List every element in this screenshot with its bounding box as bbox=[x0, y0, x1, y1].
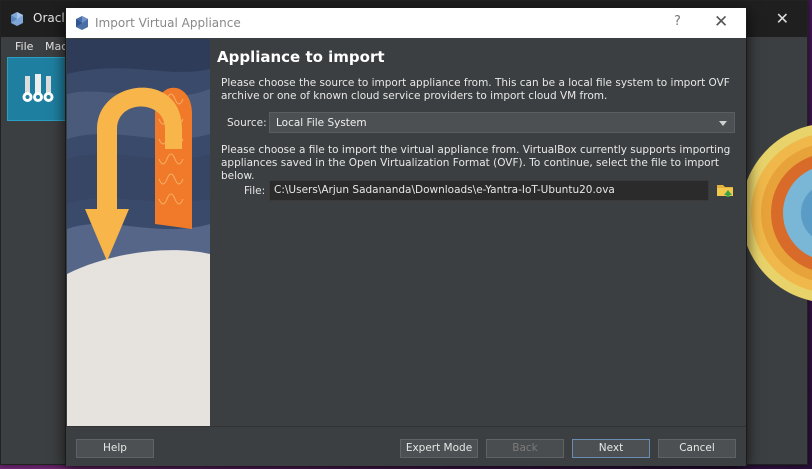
file-description: Please choose a file to import the virtu… bbox=[221, 144, 731, 182]
background-decor-art bbox=[741, 125, 812, 301]
dialog-button-bar: Help Expert Mode Back Next Cancel bbox=[66, 426, 746, 466]
page-title: Appliance to import bbox=[217, 48, 385, 66]
source-label: Source: bbox=[227, 117, 267, 129]
wizard-content: Appliance to import Please choose the so… bbox=[211, 39, 745, 426]
expert-mode-button[interactable]: Expert Mode bbox=[400, 439, 478, 458]
folder-open-icon[interactable] bbox=[716, 181, 734, 199]
file-path-field[interactable]: C:\Users\Arjun Sadananda\Downloads\e-Yan… bbox=[269, 180, 709, 201]
back-button[interactable]: Back bbox=[486, 439, 564, 458]
source-select[interactable]: Local File System bbox=[269, 112, 735, 133]
background-close-icon[interactable]: ✕ bbox=[776, 9, 789, 28]
cancel-button[interactable]: Cancel bbox=[658, 439, 736, 458]
tools-icon bbox=[22, 74, 54, 102]
close-icon[interactable]: ✕ bbox=[714, 12, 728, 32]
wizard-side-illustration bbox=[67, 39, 210, 426]
help-question-icon[interactable]: ? bbox=[674, 14, 681, 29]
import-appliance-dialog: Import Virtual Appliance ? ✕ Appliance t… bbox=[65, 7, 747, 466]
help-button[interactable]: Help bbox=[76, 439, 154, 458]
virtualbox-logo-icon bbox=[76, 16, 88, 30]
tools-panel[interactable]: T bbox=[7, 57, 73, 121]
dialog-title: Import Virtual Appliance bbox=[95, 16, 241, 30]
menu-file[interactable]: File bbox=[15, 40, 33, 53]
next-button[interactable]: Next bbox=[572, 439, 650, 458]
dialog-titlebar[interactable]: Import Virtual Appliance ? ✕ bbox=[66, 8, 746, 38]
chevron-down-icon bbox=[719, 121, 727, 126]
intro-description: Please choose the source to import appli… bbox=[221, 77, 730, 102]
virtualbox-logo-icon bbox=[11, 12, 23, 26]
source-select-value: Local File System bbox=[276, 117, 367, 129]
file-label: File: bbox=[244, 185, 266, 197]
